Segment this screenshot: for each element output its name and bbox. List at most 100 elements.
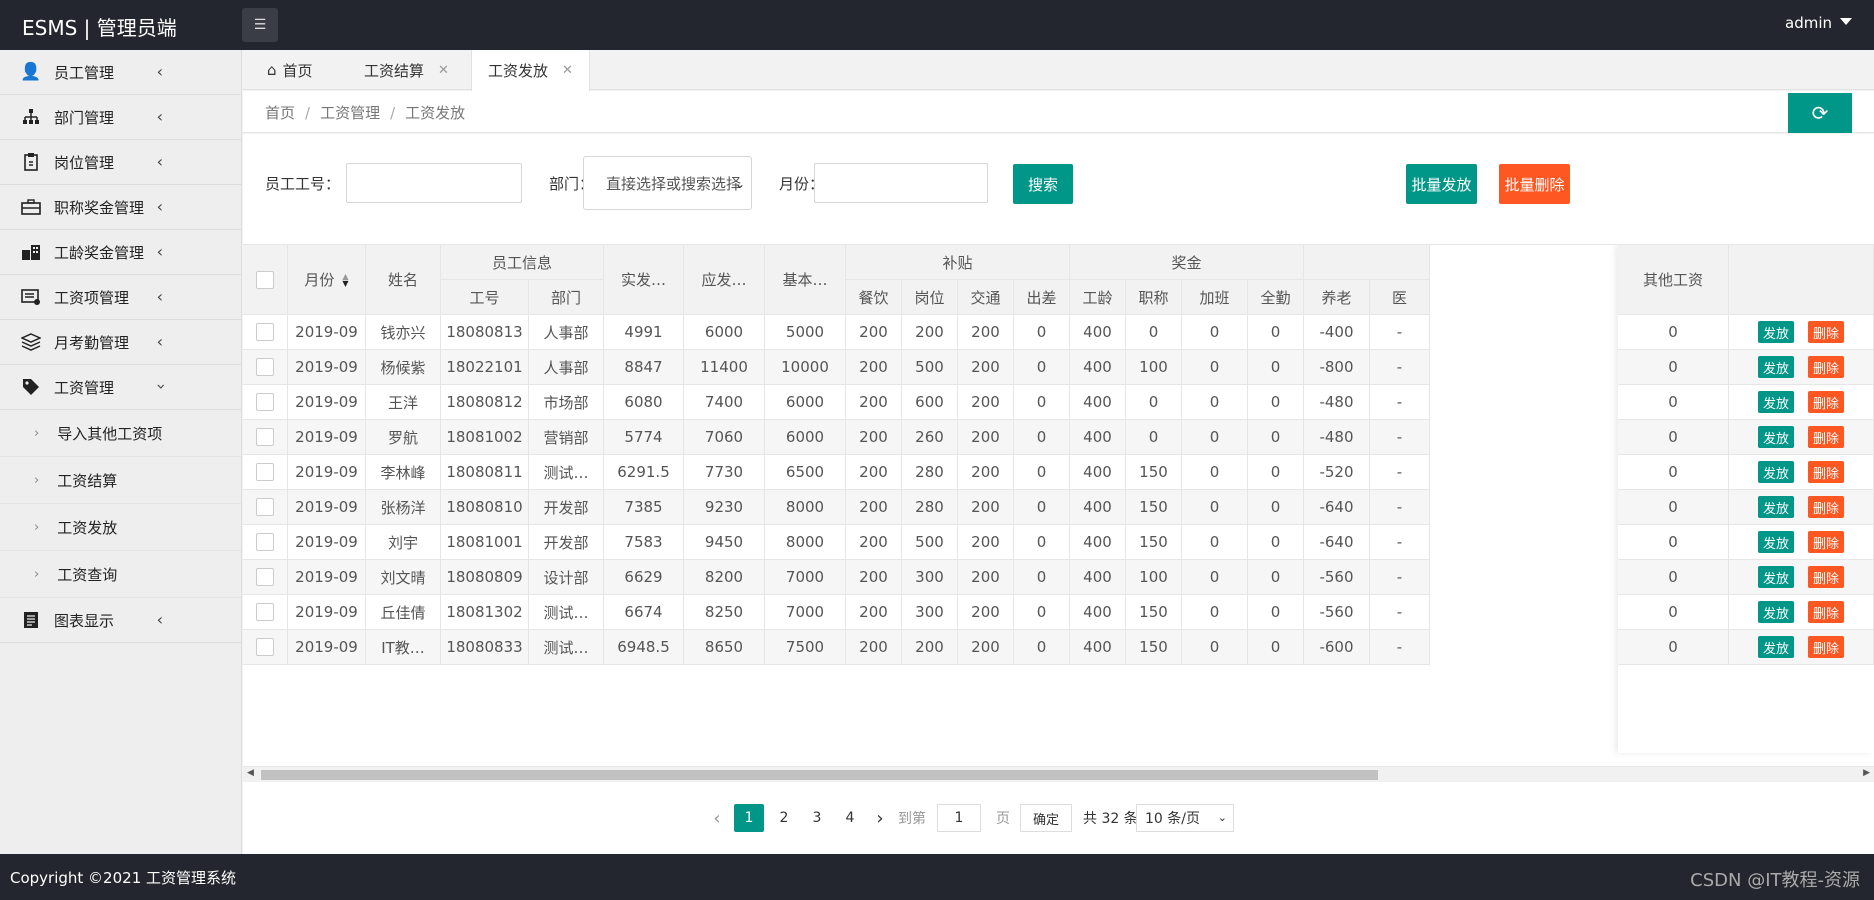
scroll-right-icon[interactable]: ▶ — [1863, 768, 1870, 778]
row-actions: 发放 删除 — [1729, 525, 1874, 560]
delete-button[interactable]: 删除 — [1808, 461, 1845, 483]
delete-button[interactable]: 删除 — [1808, 321, 1845, 343]
scrollbar-thumb[interactable] — [261, 770, 1378, 780]
horizontal-scrollbar[interactable]: ◀ ▶ — [243, 766, 1874, 782]
dept-select[interactable]: 直接选择或搜索选择 ⌄ — [583, 156, 752, 210]
refresh-button[interactable]: ⟳ — [1788, 93, 1852, 133]
issue-button[interactable]: 发放 — [1757, 601, 1794, 623]
tab-settlement[interactable]: 工资结算 ✕ — [364, 50, 449, 90]
sidebar-item-post[interactable]: 岗位管理 ‹ — [0, 140, 241, 185]
page-3[interactable]: 3 — [802, 804, 832, 832]
issue-button[interactable]: 发放 — [1757, 356, 1794, 378]
table-cell-title: 150 — [1126, 455, 1182, 490]
delete-button[interactable]: 删除 — [1808, 566, 1845, 588]
select-all-cell[interactable] — [243, 245, 288, 315]
issue-button[interactable]: 发放 — [1757, 566, 1794, 588]
page-size-select[interactable]: 10 条/页 ⌄ — [1136, 804, 1234, 832]
table-cell-seniority: 400 — [1070, 525, 1126, 560]
row-checkbox[interactable] — [256, 638, 274, 656]
row-select-cell[interactable] — [243, 490, 288, 525]
sidebar-subitem-issue[interactable]: › 工资发放 — [0, 504, 241, 551]
close-icon[interactable]: ✕ — [562, 63, 573, 78]
row-select-cell[interactable] — [243, 315, 288, 350]
month-input[interactable] — [814, 163, 988, 203]
row-select-cell[interactable] — [243, 595, 288, 630]
sidebar-item-seniority-bonus[interactable]: 工龄奖金管理 ‹ — [0, 230, 241, 275]
row-select-cell[interactable] — [243, 420, 288, 455]
goto-page-input[interactable]: 1 — [937, 804, 981, 832]
row-checkbox[interactable] — [256, 533, 274, 551]
batch-issue-button[interactable]: 批量发放 — [1406, 164, 1477, 204]
prev-page-icon[interactable]: ‹ — [702, 804, 732, 832]
sidebar-item-department[interactable]: 部门管理 ‹ — [0, 95, 241, 140]
table-cell-traffic: 200 — [958, 630, 1014, 665]
select-all-checkbox[interactable] — [256, 270, 274, 289]
sidebar-item-employee[interactable]: 👤 员工管理 ‹ — [0, 50, 241, 95]
tab-home[interactable]: ⌂ 首页 — [267, 50, 313, 90]
row-checkbox[interactable] — [256, 323, 274, 341]
next-page-icon[interactable]: › — [865, 804, 895, 832]
delete-button[interactable]: 删除 — [1808, 391, 1845, 413]
delete-button[interactable]: 删除 — [1808, 426, 1845, 448]
close-icon[interactable]: ✕ — [438, 63, 449, 78]
header-actions — [1729, 245, 1874, 315]
sidebar-subitem-query[interactable]: › 工资查询 — [0, 551, 241, 598]
row-select-cell[interactable] — [243, 630, 288, 665]
row-checkbox[interactable] — [256, 603, 274, 621]
app-logo[interactable]: ESMS | 管理员端 — [22, 12, 177, 41]
batch-delete-button[interactable]: 批量删除 — [1499, 164, 1570, 204]
menu-toggle-button[interactable]: ☰ — [242, 8, 278, 42]
table-cell-name: 王洋 — [366, 385, 441, 420]
sidebar-item-title-bonus[interactable]: 职称奖金管理 ‹ — [0, 185, 241, 230]
sidebar-subitem-settlement[interactable]: › 工资结算 — [0, 457, 241, 504]
row-checkbox[interactable] — [256, 498, 274, 516]
row-select-cell[interactable] — [243, 455, 288, 490]
issue-button[interactable]: 发放 — [1757, 636, 1794, 658]
issue-button[interactable]: 发放 — [1757, 321, 1794, 343]
user-menu[interactable]: admin — [1785, 14, 1852, 32]
breadcrumb-item[interactable]: 首页 — [265, 104, 295, 122]
header-medical: 医 — [1370, 280, 1430, 315]
table-cell-medical: - — [1370, 350, 1430, 385]
row-checkbox[interactable] — [256, 358, 274, 376]
table-cell-dept: 测试… — [529, 595, 604, 630]
table-cell-seniority: 400 — [1070, 455, 1126, 490]
row-select-cell[interactable] — [243, 350, 288, 385]
row-select-cell[interactable] — [243, 385, 288, 420]
issue-button[interactable]: 发放 — [1757, 531, 1794, 553]
sort-icon[interactable]: ▲ ▼ — [342, 272, 348, 287]
breadcrumb-item[interactable]: 工资管理 — [320, 104, 380, 122]
issue-button[interactable]: 发放 — [1757, 426, 1794, 448]
row-checkbox[interactable] — [256, 428, 274, 446]
header-month[interactable]: 月份 ▲ ▼ — [288, 245, 366, 315]
sidebar-item-salary-items[interactable]: 工资项管理 ‹ — [0, 275, 241, 320]
sidebar-item-attendance[interactable]: 月考勤管理 ‹ — [0, 320, 241, 365]
row-checkbox[interactable] — [256, 393, 274, 411]
row-checkbox[interactable] — [256, 463, 274, 481]
issue-button[interactable]: 发放 — [1757, 391, 1794, 413]
search-button[interactable]: 搜索 — [1013, 164, 1073, 204]
table-cell-title: 100 — [1126, 560, 1182, 595]
delete-button[interactable]: 删除 — [1808, 496, 1845, 518]
row-select-cell[interactable] — [243, 560, 288, 595]
scroll-left-icon[interactable]: ◀ — [247, 768, 254, 778]
page-1[interactable]: 1 — [734, 804, 764, 832]
delete-button[interactable]: 删除 — [1808, 356, 1845, 378]
goto-confirm-button[interactable]: 确定 — [1020, 804, 1072, 832]
row-checkbox[interactable] — [256, 568, 274, 586]
delete-button[interactable]: 删除 — [1808, 636, 1845, 658]
row-select-cell[interactable] — [243, 525, 288, 560]
issue-button[interactable]: 发放 — [1757, 461, 1794, 483]
page-2[interactable]: 2 — [769, 804, 799, 832]
sidebar-subitem-import-other[interactable]: › 导入其他工资项 — [0, 410, 241, 457]
page-4[interactable]: 4 — [835, 804, 865, 832]
issue-button[interactable]: 发放 — [1757, 496, 1794, 518]
table-cell-name: 刘宇 — [366, 525, 441, 560]
tab-issue[interactable]: 工资发放 ✕ — [471, 50, 590, 91]
sidebar-item-charts[interactable]: 图表显示 ‹ — [0, 598, 241, 643]
sidebar-item-salary[interactable]: 工资管理 ‹ — [0, 365, 241, 410]
header-group-emp-info: 员工信息 — [441, 245, 604, 280]
emp-no-input[interactable] — [346, 163, 522, 203]
delete-button[interactable]: 删除 — [1808, 531, 1845, 553]
delete-button[interactable]: 删除 — [1808, 601, 1845, 623]
